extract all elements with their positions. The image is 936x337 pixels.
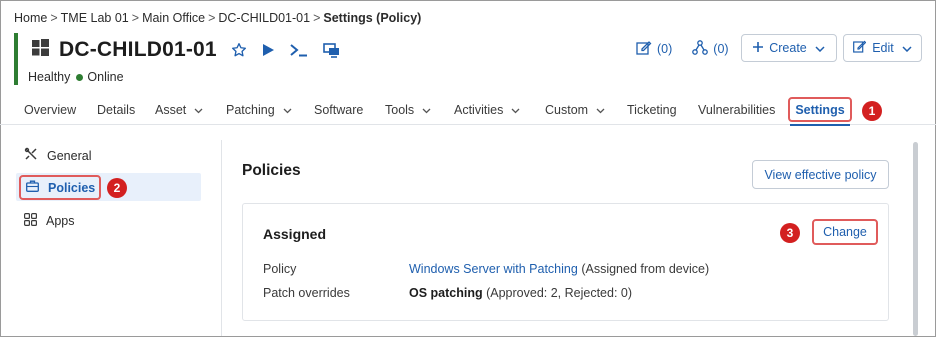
status-accent-bar	[14, 33, 18, 85]
create-button[interactable]: Create	[741, 34, 837, 62]
tab-label: Patching	[226, 103, 275, 117]
remote-desktop-icon[interactable]	[322, 42, 340, 58]
breadcrumb-home[interactable]: Home	[14, 11, 47, 25]
vertical-scrollbar[interactable]	[913, 142, 918, 336]
policy-note: (Assigned from device)	[581, 262, 710, 276]
card-title: Assigned	[263, 226, 327, 242]
policy-label: Policy	[263, 262, 297, 276]
tab-label: Asset	[155, 103, 187, 117]
sidebar-item-apps[interactable]: Apps	[24, 213, 75, 229]
notes-count: (0)	[657, 42, 673, 56]
breadcrumb-main-office[interactable]: Main Office	[142, 11, 205, 25]
device-header: DC-CHILD01-01	[32, 36, 355, 64]
edit-note-icon	[636, 40, 657, 58]
view-effective-policy-button[interactable]: View effective policy	[752, 160, 889, 189]
sidebar-item-label: Apps	[46, 214, 75, 228]
tab-patching[interactable]: Patching	[226, 103, 292, 117]
device-title: DC-CHILD01-01	[59, 38, 217, 61]
terminal-icon[interactable]	[290, 43, 308, 57]
chevron-down-icon	[422, 103, 431, 117]
edit-button[interactable]: Edit	[843, 34, 922, 62]
edit-pencil-icon	[853, 40, 867, 56]
plus-icon	[753, 41, 764, 55]
tab-overview[interactable]: Overview	[24, 103, 76, 117]
tab-ticketing[interactable]: Ticketing	[627, 103, 677, 117]
tab-label: Details	[97, 103, 136, 117]
patch-overrides-label: Patch overrides	[263, 286, 350, 300]
tab-label: Software	[314, 103, 364, 117]
tab-asset[interactable]: Asset	[155, 103, 203, 117]
tab-vulnerabilities[interactable]: Vulnerabilities	[698, 103, 775, 117]
tab-settings[interactable]: Settings	[788, 97, 852, 122]
tab-label: Custom	[545, 103, 589, 117]
active-tab-indicator	[790, 124, 850, 126]
breadcrumb-separator: >	[50, 11, 58, 25]
tab-activities[interactable]: Activities	[454, 103, 520, 117]
chevron-down-icon	[815, 41, 825, 55]
callout-badge-3: 3	[780, 223, 800, 243]
tab-label: Settings	[795, 102, 845, 117]
chevron-down-icon	[194, 103, 203, 117]
breadcrumb-separator: >	[313, 11, 321, 25]
sidebar-divider	[221, 140, 222, 336]
status-label: Online	[87, 70, 124, 84]
breadcrumb-separator: >	[131, 11, 140, 25]
tab-details[interactable]: Details	[97, 103, 135, 117]
apps-grid-icon	[24, 213, 46, 229]
briefcase-icon	[26, 180, 48, 195]
online-status-dot	[76, 73, 84, 81]
edit-button-label: Edit	[872, 41, 894, 55]
patch-overrides-note: (Approved: 2, Rejected: 0)	[486, 286, 633, 300]
breadcrumb: Home > TME Lab 01 > Main Office > DC-CHILD01-0…	[14, 11, 421, 25]
callout-badge-1: 1	[862, 101, 882, 121]
sidebar-item-label: Policies	[48, 180, 96, 195]
notes-counter[interactable]: (0)	[636, 40, 672, 58]
sidebar-item-policies[interactable]: Policies	[26, 180, 95, 195]
breadcrumb-tme-lab[interactable]: TME Lab 01	[61, 11, 129, 25]
change-policy-button[interactable]: Change	[812, 219, 878, 245]
callout-badge-2: 2	[107, 178, 127, 198]
policy-value: Windows Server with Patching (Assigned f…	[409, 262, 709, 276]
play-icon[interactable]	[262, 43, 275, 57]
policy-link[interactable]: Windows Server with Patching	[409, 262, 578, 276]
relations-counter[interactable]: (0)	[692, 40, 729, 58]
patch-overrides-strong: OS patching	[409, 286, 483, 300]
sidebar-item-general[interactable]: General	[24, 147, 91, 164]
chevron-down-icon	[283, 103, 292, 117]
breadcrumb-current: Settings (Policy)	[323, 11, 422, 25]
tab-tools[interactable]: Tools	[385, 103, 431, 117]
tab-label: Overview	[24, 103, 77, 117]
chevron-down-icon	[596, 103, 605, 117]
sidebar-item-label: General	[47, 148, 92, 163]
breadcrumb-separator: >	[208, 11, 216, 25]
device-health: Healthy Online	[28, 70, 124, 84]
star-icon[interactable]	[231, 42, 247, 58]
relations-count: (0)	[713, 42, 729, 56]
windows-logo-icon	[32, 39, 49, 61]
tab-label: Activities	[454, 103, 504, 117]
chevron-down-icon	[511, 103, 520, 117]
tab-label: Vulnerabilities	[698, 103, 776, 117]
chevron-down-icon	[902, 41, 912, 55]
tab-software[interactable]: Software	[314, 103, 363, 117]
patch-overrides-value: OS patching (Approved: 2, Rejected: 0)	[409, 286, 632, 300]
tools-icon	[24, 147, 47, 164]
health-label: Healthy	[28, 70, 71, 84]
create-button-label: Create	[769, 41, 807, 55]
breadcrumb-device[interactable]: DC-CHILD01-01	[218, 11, 310, 25]
header-counters: (0) (0)	[636, 40, 749, 58]
tab-label: Ticketing	[627, 103, 677, 117]
page-title: Policies	[242, 162, 301, 179]
tab-custom[interactable]: Custom	[545, 103, 605, 117]
share-nodes-icon	[692, 40, 713, 58]
tab-label: Tools	[385, 103, 415, 117]
